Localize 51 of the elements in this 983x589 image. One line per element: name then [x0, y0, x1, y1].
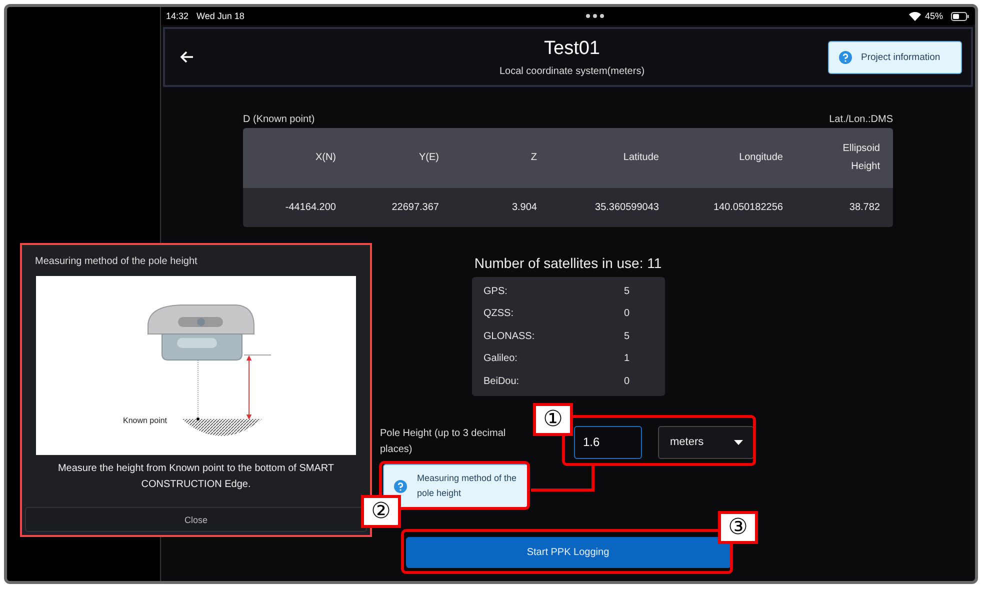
table-cell-text: -44164.200	[284, 200, 336, 214]
status-time: 14:32	[166, 11, 189, 21]
angle-format: Lat./Lon.:DMS	[829, 114, 893, 125]
close-button[interactable]: Close	[25, 507, 367, 532]
column-header: Latitude	[622, 151, 659, 165]
more-dots-icon	[586, 14, 604, 18]
known-point-label: Known point	[123, 416, 168, 425]
wifi-icon	[908, 12, 921, 20]
coordinate-system: Local coordinate system(meters)	[498, 66, 646, 76]
table-cell-text: 35.360599043	[594, 200, 659, 214]
column-header: Z	[530, 151, 537, 165]
unit-dropdown[interactable]: meters	[658, 426, 754, 458]
start-logging-button[interactable]: Start PPK Logging	[406, 536, 730, 568]
column-header: X(N)	[314, 151, 336, 165]
constellation-name: GLONASS:	[484, 330, 535, 342]
height-arrow	[246, 355, 252, 420]
constellation-name: Galileo:	[484, 353, 518, 364]
table-cell-text: 140.050182256	[712, 200, 783, 214]
callout-number: ①	[533, 403, 573, 436]
dialog-title: Measuring method of the pole height	[35, 256, 198, 267]
constellation-count: 1	[624, 353, 630, 364]
table-cell-text: 38.782	[848, 200, 880, 214]
constellation-count: 5	[624, 330, 630, 342]
satellite-count: Number of satellites in use: 11	[474, 255, 662, 271]
caret-icon	[734, 440, 743, 444]
pole-height-label: Pole Height (up to 3 decimal places)	[380, 426, 507, 456]
callout-number: ③	[718, 511, 758, 544]
constellation-name: GPS:	[484, 286, 508, 297]
column-header: Y(E)	[418, 151, 439, 165]
back-arrow-icon[interactable]	[180, 51, 194, 63]
battery-percent: 45%	[924, 11, 943, 21]
column-header: Longitude	[738, 151, 783, 165]
project-title: Test01	[543, 38, 601, 60]
constellation-name: QZSS:	[484, 308, 514, 320]
callout-number: ②	[361, 495, 401, 528]
battery-icon	[950, 12, 969, 20]
help-icon	[394, 480, 407, 492]
table-cell-text: 3.904	[510, 200, 537, 214]
dialog-description: Measure the height from Known point to the bottom of SMART CONSTRUCTION Edge.	[56, 462, 336, 492]
status-date: Wed Jun 18	[196, 11, 244, 21]
pole-height-input[interactable]: 1.6	[574, 426, 642, 458]
constellation-count: 0	[624, 308, 630, 320]
point-name: D (Known point)	[243, 114, 315, 125]
constellation-name: BeiDou:	[484, 376, 520, 387]
constellation-count: 0	[624, 376, 630, 387]
project-information-button[interactable]: Project information	[828, 40, 962, 74]
reference-line	[244, 354, 272, 356]
column-header: Ellipsoid Height	[842, 142, 880, 174]
help-icon	[839, 50, 852, 64]
table-cell-text: 22697.367	[390, 200, 439, 214]
constellation-count: 5	[624, 286, 630, 297]
